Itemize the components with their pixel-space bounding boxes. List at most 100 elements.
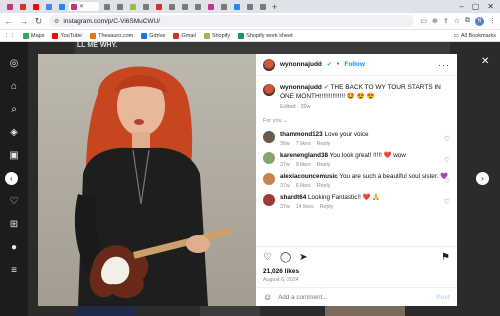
url-bar[interactable]: ⚙ instagram.com/p/C-Vi6SMuCWU/ [49, 15, 415, 27]
comment-likes[interactable]: 14 likes [296, 204, 314, 210]
follow-button[interactable]: Follow [344, 61, 365, 68]
comment-like-icon[interactable]: ♡ [444, 156, 450, 164]
maximize-button[interactable]: ▢ [472, 2, 480, 11]
browser-tab[interactable]: ✕ [69, 2, 99, 11]
bookmark-favicon-icon [23, 32, 29, 39]
commenter-username[interactable]: karenengland38 [280, 152, 328, 159]
menu-icon[interactable]: ⋮ [489, 17, 496, 25]
emoji-icon[interactable]: ☺ [263, 292, 272, 302]
browser-tab[interactable] [153, 2, 164, 11]
separator-dot: • [336, 61, 340, 68]
browser-tab[interactable] [218, 2, 229, 11]
bookmark-item[interactable]: Thesauro.com [90, 32, 133, 39]
create-icon[interactable]: ⊞ [10, 219, 18, 230]
browser-tab[interactable] [30, 2, 41, 11]
all-bookmarks-button[interactable]: ▭ All Bookmarks [454, 33, 496, 39]
share-icon[interactable]: ➤ [299, 252, 307, 263]
bookmark-item[interactable]: YouTube [52, 32, 82, 39]
comment-like-icon[interactable]: ♡ [444, 135, 450, 143]
commenter-avatar[interactable] [263, 131, 275, 143]
instagram-icon [6, 3, 13, 10]
commenter-username[interactable]: thammond123 [280, 131, 323, 138]
comment-like-icon[interactable]: ♡ [444, 198, 450, 206]
browser-tab[interactable] [101, 2, 112, 11]
instagram-logo-icon[interactable]: ◎ [10, 58, 19, 69]
comment-like-icon[interactable]: ♡ [444, 177, 450, 185]
caption-username[interactable]: wynonnajudd [280, 84, 322, 91]
commenter-avatar[interactable] [263, 173, 275, 185]
like-count[interactable]: 21,026 likes [263, 268, 450, 275]
browser-tab[interactable] [140, 2, 151, 11]
close-tab-icon[interactable]: ✕ [79, 3, 84, 10]
reels-icon[interactable]: ▣ [9, 150, 18, 161]
share-icon[interactable]: ⇪ [443, 17, 449, 25]
more-options-icon[interactable]: ··· [438, 60, 450, 70]
minimize-button[interactable]: – [459, 2, 463, 11]
browser-tab[interactable] [231, 2, 242, 11]
bookmark-item[interactable]: Shopify [203, 32, 230, 39]
home-icon[interactable]: ⌂ [11, 81, 17, 92]
reply-button[interactable]: Reply [320, 204, 334, 210]
browser-tab[interactable] [114, 2, 125, 11]
browser-tab[interactable] [43, 2, 54, 11]
author-avatar[interactable] [263, 58, 275, 71]
bookmark-favicon-icon [238, 32, 245, 39]
like-icon[interactable]: ♡ [263, 252, 272, 263]
comment-body: shardt64 Looking Fantastic!! ❤️ 🙏 37w 14 l… [280, 194, 450, 210]
add-comment-bar: ☺ Post [256, 287, 457, 306]
browser-tab[interactable] [244, 2, 255, 11]
post-comment-button[interactable]: Post [436, 294, 450, 301]
comment-input[interactable] [278, 293, 431, 301]
notifications-icon[interactable]: ♡ [10, 196, 19, 207]
bookmark-favicon-icon [90, 32, 97, 39]
commenter-username[interactable]: alexiacouncemusic [280, 173, 338, 180]
bookmarks-bar: ⋮⋮ Maps YouTube Thesauro.com Gdrive Gmail Sho… [0, 30, 500, 42]
browser-tab[interactable] [127, 2, 138, 11]
browser-tab[interactable] [4, 2, 15, 11]
search-icon[interactable]: ⌕ [11, 104, 17, 115]
commenter-username[interactable]: shardt64 [280, 194, 306, 201]
apps-grid-icon[interactable]: ⋮⋮ [4, 33, 15, 39]
browser-tab[interactable] [17, 2, 28, 11]
bookmark-label: Gmail [181, 32, 196, 39]
site-info-icon[interactable]: ⚙ [54, 18, 59, 25]
profile-avatar[interactable]: ● [11, 242, 17, 253]
browser-tab[interactable] [205, 2, 216, 11]
more-menu-icon[interactable]: ≡ [11, 265, 17, 276]
reload-button[interactable]: ↻ [34, 16, 43, 27]
browser-tab[interactable] [192, 2, 203, 11]
bookmark-item[interactable]: Shopify work sheet [238, 32, 293, 39]
browser-tab[interactable] [257, 2, 268, 11]
author-avatar[interactable] [263, 84, 275, 96]
bookmark-item[interactable]: Gdrive [141, 32, 165, 39]
browser-tab[interactable] [166, 2, 177, 11]
cast-icon[interactable]: ▭ [420, 17, 427, 25]
close-window-button[interactable]: ✕ [487, 2, 494, 11]
bookmark-item[interactable]: Maps [23, 32, 44, 39]
next-post-button[interactable]: › [476, 172, 489, 185]
browser-tab[interactable] [179, 2, 190, 11]
close-icon[interactable]: ✕ [481, 56, 489, 67]
previous-post-button[interactable]: ‹ [5, 172, 18, 185]
comment-item: shardt64 Looking Fantastic!! ❤️ 🙏 37w 14 l… [256, 189, 457, 210]
commenter-avatar[interactable] [263, 194, 275, 206]
commenter-avatar[interactable] [263, 152, 275, 164]
extensions-icon[interactable]: ⧉ [465, 17, 470, 25]
browser-tab[interactable] [56, 2, 67, 11]
bookmark-star-icon[interactable]: ☆ [454, 17, 460, 25]
background-post-strip: LL ME WHY. [75, 42, 450, 54]
comment-icon[interactable]: ◯ [280, 252, 291, 263]
profile-avatar[interactable]: N [475, 16, 484, 26]
all-bookmarks-label: All Bookmarks [460, 32, 496, 39]
explore-icon[interactable]: ◈ [10, 127, 18, 138]
back-button[interactable]: ← [4, 16, 13, 26]
save-icon[interactable]: ⚑ [441, 252, 450, 263]
zoom-icon[interactable]: ⊕ [432, 17, 438, 25]
for-you-sort[interactable]: For you ⌄ [256, 110, 457, 126]
new-tab-button[interactable]: + [272, 2, 277, 12]
address-toolbar: ← → ↻ ⚙ instagram.com/p/C-Vi6SMuCWU/ ▭ ⊕… [0, 13, 500, 30]
forward-button[interactable]: → [19, 16, 28, 26]
author-username[interactable]: wynonnajudd [280, 61, 322, 68]
post-actions: ♡ ◯ ➤ ⚑ 21,026 likes August 6, 2024 [256, 246, 457, 283]
bookmark-item[interactable]: Gmail [173, 32, 196, 39]
